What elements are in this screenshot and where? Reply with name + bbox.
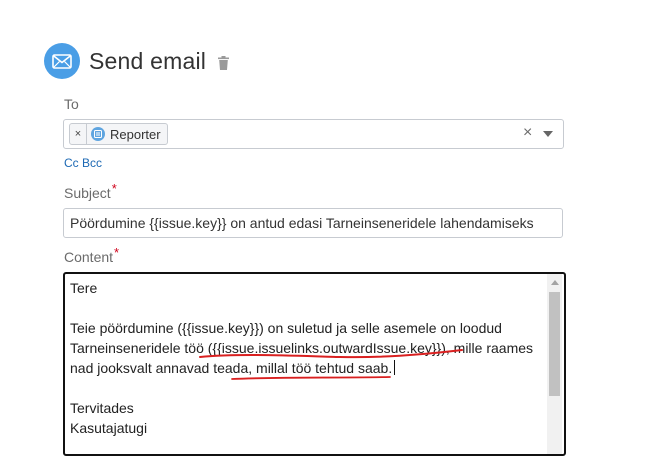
content-line: Teie pöördumine ({{issue.key}}) on sulet… [70, 320, 502, 336]
scrollbar-thumb[interactable] [549, 292, 560, 396]
required-marker: * [111, 181, 117, 196]
content-line-blank [70, 298, 542, 318]
remove-recipient-button[interactable]: × [70, 124, 87, 144]
clear-recipients-button[interactable]: × [523, 124, 532, 142]
required-marker: * [114, 245, 120, 260]
content-line-text: nad jooksvalt annavad teada, millal töö … [70, 360, 393, 376]
reporter-role-icon [91, 127, 105, 141]
chevron-down-icon[interactable] [543, 131, 553, 137]
subject-label: Subject* [64, 181, 117, 201]
to-recipients-field[interactable]: × Reporter × [63, 119, 564, 149]
content-label: Content* [64, 245, 120, 265]
content-line: Tarneinseneridele töö ({{issue.issuelink… [70, 340, 534, 356]
recipient-chip-label: Reporter [110, 126, 161, 142]
scroll-up-arrow-icon[interactable] [551, 280, 559, 285]
content-line: Tere [70, 280, 98, 296]
to-label: To [64, 96, 79, 112]
content-line: nad jooksvalt annavad teada, millal töö … [70, 358, 542, 378]
cc-bcc-link[interactable]: Cc Bcc [64, 156, 102, 170]
text-caret [394, 360, 396, 375]
vertical-scrollbar[interactable] [547, 274, 562, 454]
content-line: Tervitades [70, 400, 134, 416]
content-line: Kasutajatugi [70, 420, 148, 436]
content-textarea[interactable]: Tere Teie pöördumine ({{issue.key}}) on … [63, 272, 566, 456]
trash-icon[interactable] [218, 56, 230, 70]
content-text: Tere Teie pöördumine ({{issue.key}}) on … [70, 278, 542, 438]
subject-input[interactable]: Pöördumine {{issue.key}} on antud edasi … [63, 208, 563, 238]
page-title: Send email [89, 47, 207, 74]
envelope-icon [44, 43, 80, 79]
content-line-blank [70, 378, 542, 398]
send-email-header: Send email [44, 43, 230, 79]
recipient-chip-reporter: × Reporter [69, 123, 168, 145]
